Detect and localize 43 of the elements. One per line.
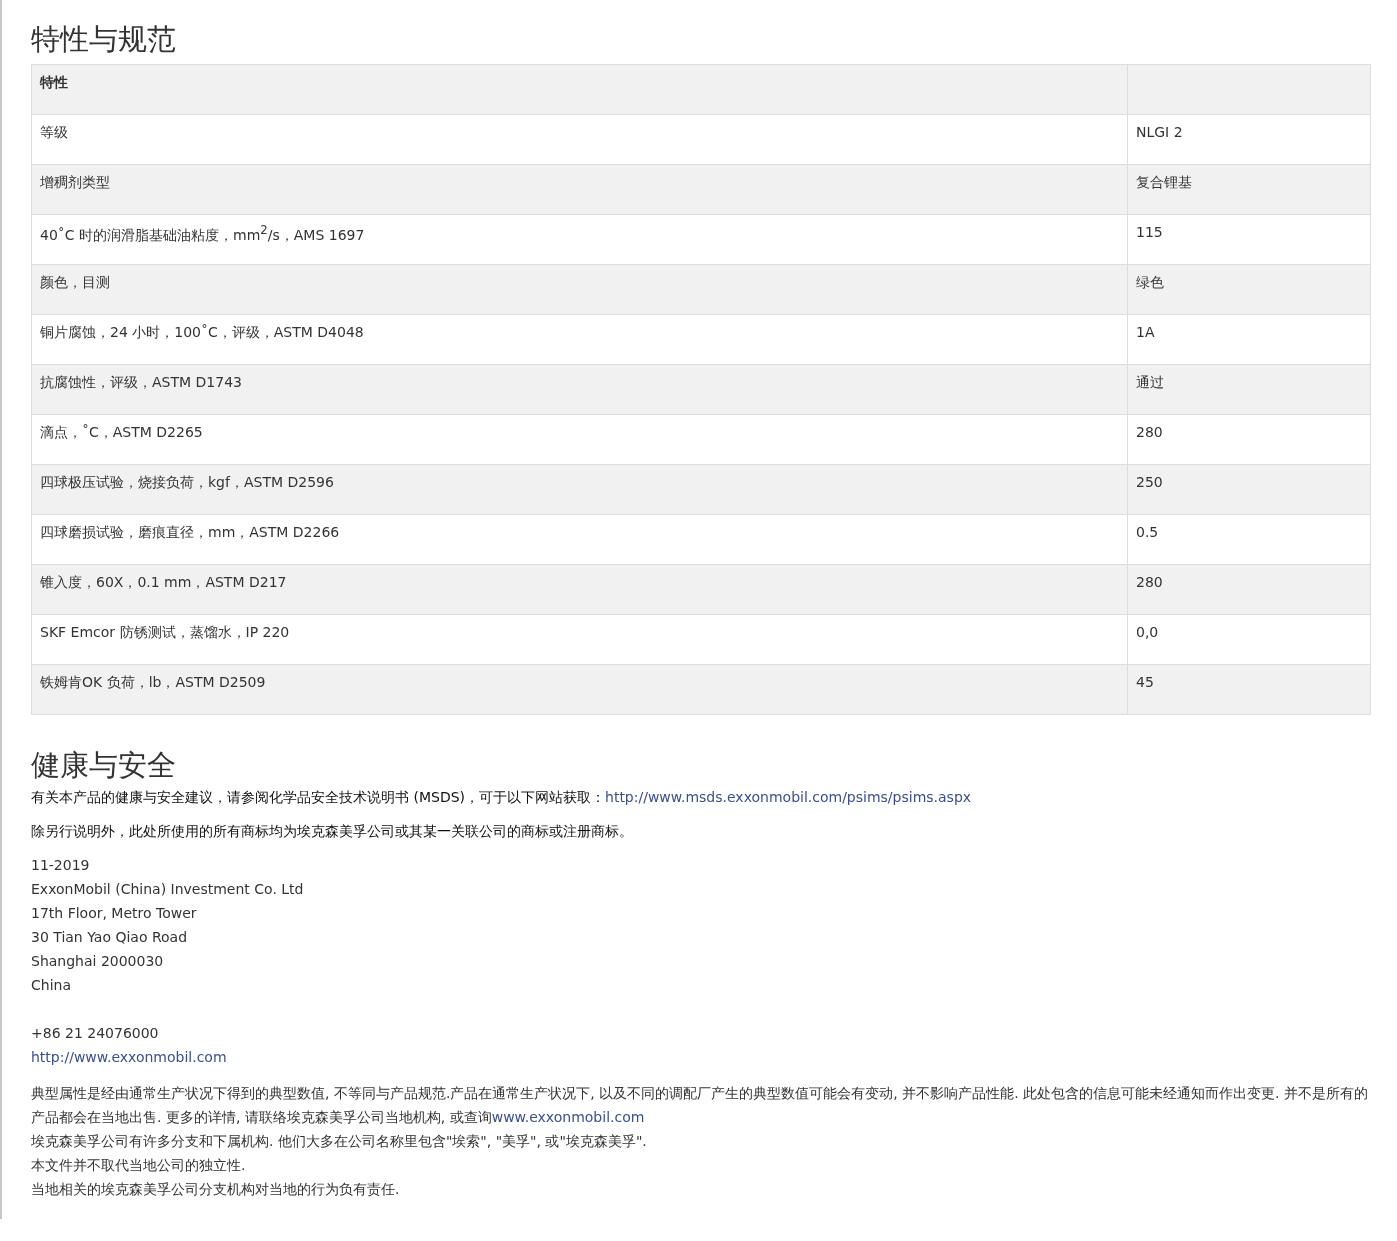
table-cell: 45 (1136, 673, 1154, 690)
address-line: ExxonMobil (China) Investment Co. Ltd (31, 879, 305, 899)
table-cell: SKF Emcor 防锈测试，蒸馏水，IP 220 (40, 623, 290, 640)
website-link[interactable]: http://www.exxonmobil.com (31, 1048, 227, 1065)
trademark-note: 除另行说明外，此处所使用的所有商标均为埃克森美孚公司或其某一关联公司的商标或注册商标。 (31, 821, 634, 841)
address-line: 30 Tian Yao Qiao Road (31, 927, 189, 947)
table-cell: 115 (1136, 223, 1163, 240)
table-cell: 抗腐蚀性，评级，ASTM D1743 (40, 373, 242, 390)
msds-link[interactable]: http://www.msds.exxonmobil.com/psims/psims.aspx (605, 788, 972, 805)
table-cell: 0.5 (1136, 523, 1159, 540)
disclaimer-note: 当地相关的埃克森美孚公司分支机构对当地的行为负有责任. (31, 1179, 401, 1199)
table-cell: 铁姆肯OK 负荷，lb，ASTM D2509 (40, 673, 266, 690)
table-cell: 1A (1136, 323, 1155, 340)
table-cell: 四球磨损试验，磨痕直径，mm，ASTM D2266 (40, 523, 340, 540)
table-cell: 增稠剂类型 (40, 173, 110, 190)
phone-number: +86 21 24076000 (31, 1023, 160, 1043)
table-cell: 等级 (40, 123, 68, 140)
table-cell: 铜片腐蚀，24 小时，100˚C，评级，ASTM D4048 (40, 323, 364, 340)
table-header: 特性 (40, 73, 68, 90)
disclaimer-note: 本文件并不取代当地公司的独立性. (31, 1155, 247, 1175)
table-cell: 四球极压试验，烧接负荷，kgf，ASTM D2596 (40, 473, 334, 490)
website-link[interactable]: www.exxonmobil.com (491, 1108, 645, 1125)
table-cell: 颜色，目测 (40, 273, 110, 290)
table-cell: 280 (1136, 573, 1163, 590)
table-cell: 锥入度，60X，0.1 mm，ASTM D217 (40, 573, 287, 590)
table-cell: 绿色 (1136, 273, 1164, 290)
table-cell: 250 (1136, 473, 1163, 490)
address-line: Shanghai 2000030 (31, 951, 165, 971)
address-line: 11-2019 (31, 855, 91, 875)
msds-paragraph: 有关本产品的健康与安全建议，请参阅化学品安全技术说明书 (MSDS)，可于以下网站获取：http://www.msds.exxonmobil.com/psims/psims.aspx (31, 787, 973, 807)
section-title: 特性与规范 (31, 22, 177, 57)
address-line: 17th Floor, Metro Tower (31, 903, 198, 923)
table-cell: NLGI 2 (1136, 123, 1183, 140)
disclaimer-note: 埃克森美孚公司有许多分支和下属机构. 他们大多在公司名称里包含"埃索", "美孚", 或"埃克森美孚". (31, 1131, 648, 1151)
table-cell: 40˚C 时的润滑脂基础油粘度，mm$^{2}$/s，AMS 1697 (40, 227, 365, 244)
address-line: China (31, 975, 72, 995)
table-cell: 通过 (1136, 373, 1164, 390)
disclaimer-paragraph: 典型属性是经由通常生产状况下得到的典型数值, 不等同与产品规范.产品在通常生产状况下, 以及不同的调配厂产生的典型数值可能会有变动, 并不影响产品性能. 此处包含的信息可能未经通知而作出变更. 并不是所有的产品都会在当地出售. 更多的详情, 请联络埃克森美孚公司当地机构, 或查询www.exxonmobil.com (31, 1083, 1369, 1127)
table-cell: 滴点，˚C，ASTM D2265 (40, 423, 203, 440)
table-cell: 复合锂基 (1136, 173, 1192, 190)
table-cell: 0,0 (1136, 623, 1159, 640)
section-title: 健康与安全 (31, 747, 177, 783)
table-cell: 280 (1136, 423, 1163, 440)
